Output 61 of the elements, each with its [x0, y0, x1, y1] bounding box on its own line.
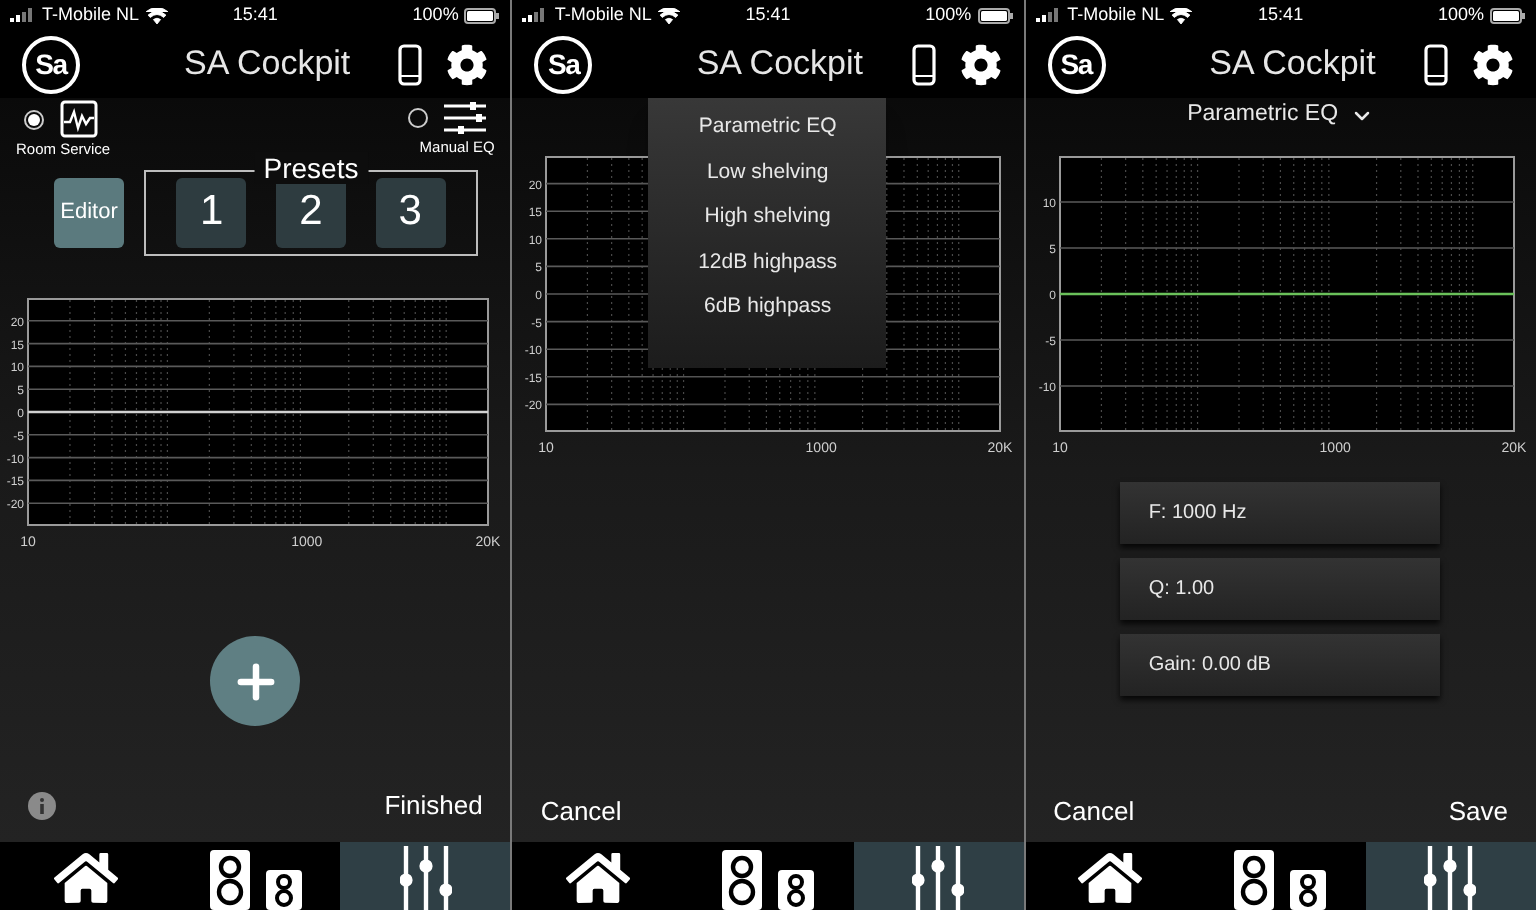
mixer-icon — [912, 846, 965, 910]
menu-item[interactable]: Low shelving — [706, 151, 829, 196]
battery-percent: 100% — [1437, 1, 1484, 28]
preset-button[interactable]: 1 — [176, 177, 247, 247]
signal-icon — [10, 8, 36, 22]
battery-icon — [464, 7, 501, 23]
tab[interactable] — [853, 842, 1024, 910]
settings-icon[interactable] — [959, 43, 1002, 85]
sliders-icon[interactable] — [444, 100, 487, 136]
settings-icon[interactable] — [1471, 43, 1514, 85]
radio-button[interactable] — [408, 108, 429, 128]
phone-icon[interactable] — [1423, 43, 1448, 85]
mixer-icon — [1424, 846, 1477, 910]
logo: Sa — [1047, 35, 1106, 93]
radio-button[interactable] — [24, 109, 44, 129]
filter-type-dropdown[interactable]: Parametric EQ — [1187, 100, 1375, 132]
signal-icon — [522, 8, 549, 22]
speakers-icon — [721, 850, 814, 910]
carrier-name: T-Mobile NL — [42, 1, 140, 28]
save-button[interactable]: Save — [1448, 792, 1508, 832]
tab[interactable] — [1365, 842, 1536, 910]
mixer-icon — [399, 846, 452, 910]
parameter-field[interactable]: Gain: 0.00 dB — [1120, 634, 1441, 696]
menu-item[interactable]: High shelving — [704, 196, 831, 241]
battery-percent: 100% — [412, 1, 459, 28]
menu-item[interactable]: 12dB highpass — [698, 241, 838, 286]
logo: Sa — [534, 35, 593, 93]
cancel-button[interactable]: Cancel — [540, 792, 622, 832]
app-title: SA Cockpit — [1209, 42, 1376, 87]
phone-icon[interactable] — [398, 43, 423, 85]
wifi-icon — [1170, 7, 1193, 23]
wifi-icon — [657, 7, 680, 23]
speakers-icon — [1234, 850, 1327, 910]
logo: Sa — [22, 35, 80, 93]
menu-item[interactable]: Parametric EQ — [698, 106, 837, 151]
editor-button[interactable]: Editor — [54, 177, 124, 247]
info-icon[interactable] — [28, 792, 56, 820]
speakers-icon — [209, 850, 302, 910]
add-button[interactable] — [210, 636, 301, 726]
carrier-name: T-Mobile NL — [1067, 1, 1165, 28]
menu-item[interactable]: 6dB highpass — [704, 286, 832, 331]
battery-icon — [977, 7, 1014, 23]
finished-button[interactable]: Finished — [384, 786, 483, 826]
preset-button[interactable]: 3 — [375, 177, 446, 247]
phone-icon[interactable] — [911, 43, 936, 85]
clock-time: 15:41 — [1258, 1, 1304, 28]
parameter-field[interactable]: F: 1000 Hz — [1120, 482, 1441, 544]
battery-icon — [1489, 7, 1526, 23]
waveform-icon[interactable] — [60, 100, 98, 138]
cancel-button[interactable]: Cancel — [1053, 792, 1135, 832]
settings-icon[interactable] — [446, 43, 489, 85]
app-title: SA Cockpit — [184, 42, 351, 87]
app-title: SA Cockpit — [696, 42, 863, 87]
clock-time: 15:41 — [232, 1, 278, 28]
carrier-name: T-Mobile NL — [554, 1, 652, 28]
tab[interactable] — [340, 842, 511, 910]
clock-time: 15:41 — [745, 1, 791, 28]
battery-percent: 100% — [925, 1, 972, 28]
wifi-icon — [145, 7, 168, 23]
parameter-field[interactable]: Q: 1.00 — [1120, 558, 1441, 620]
signal-icon — [1035, 8, 1062, 22]
